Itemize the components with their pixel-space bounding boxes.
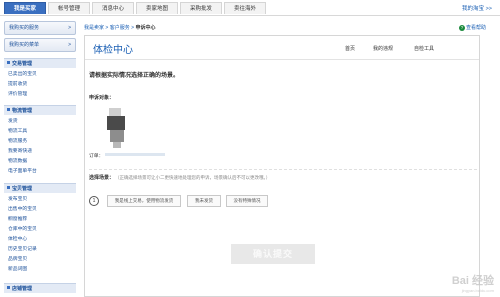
section-shop-management[interactable]: 店铺管理 (4, 283, 76, 293)
section-item-management[interactable]: 宝贝管理 (4, 183, 76, 193)
scene-option-no-special[interactable]: 没有特殊情况 (226, 195, 268, 207)
sidebar-item-history-records[interactable]: 历史宝贝记录 (8, 245, 37, 252)
left-sidebar: 我购买的服务 > 我购买的菜单 > 交易管理 已卖出的宝贝 提前收货 评价管理 … (0, 17, 78, 297)
sidebar-item-logistics-data[interactable]: 物流数据 (8, 157, 27, 164)
breadcrumb-customer-service[interactable]: 客户服务 (110, 25, 130, 31)
sidebar-item-sold-items[interactable]: 已卖出的宝贝 (8, 70, 37, 77)
page-title: 体检中心 (93, 45, 133, 56)
breadcrumb: 我是卖家 > 客户服务 > 申诉中心 (84, 24, 484, 34)
help-link[interactable]: ? 查看帮助 (458, 24, 486, 31)
breadcrumb-appeal-center: 申诉中心 (135, 25, 156, 31)
tab-my-violations[interactable]: 我的违规 (373, 45, 393, 52)
tab-message-center[interactable]: 消息中心 (92, 2, 134, 14)
sidebar-item-logistics-services[interactable]: 物流服务 (8, 137, 27, 144)
item-thumbnail[interactable] (107, 108, 127, 148)
chevron-right-icon: > (68, 25, 71, 31)
sidebar-item-send-express[interactable]: 我要寄快递 (8, 147, 32, 154)
chevron-right-icon: > (68, 42, 71, 48)
tab-i-am-buyer[interactable]: 我是买家 (4, 2, 46, 14)
sidebar-item-logistics-tools[interactable]: 物流工具 (8, 127, 27, 134)
square-bullet-icon (7, 286, 10, 289)
sidebar-item-review-management[interactable]: 评价管理 (8, 90, 27, 97)
purchased-services-button[interactable]: 我购买的服务 > (4, 21, 76, 35)
sidebar-item-brand-items[interactable]: 品牌宝贝 (8, 255, 27, 262)
sidebar-item-health-check[interactable]: 体检中心 (8, 235, 27, 242)
sidebar-item-publish-item[interactable]: 发布宝贝 (8, 195, 27, 202)
sidebar-item-early-receipt[interactable]: 提前收货 (8, 80, 27, 87)
step-number-badge: 1 (89, 196, 99, 206)
order-number-link[interactable] (105, 153, 165, 156)
sidebar-item-warehouse-items[interactable]: 仓库中的宝贝 (8, 225, 37, 232)
breadcrumb-separator: > (105, 25, 109, 31)
order-label: 订单： (89, 154, 104, 159)
appeal-target-label: 申诉对象： (89, 95, 115, 101)
tab-home[interactable]: 首页 (345, 45, 355, 52)
scene-note: （正确选择场景可让小二更快速地处理您的申诉，场景确认后不可以更改哦。） (115, 175, 271, 180)
sidebar-item-new-item-words[interactable]: 新品词图 (8, 265, 27, 272)
breadcrumb-seller[interactable]: 我是卖家 (84, 25, 104, 31)
tab-account-management[interactable]: 帐号管理 (48, 2, 90, 14)
watermark-logo: Bai 经验 jingyan.baidu.com (451, 275, 494, 293)
sidebar-button-label: 我购买的菜单 (9, 42, 40, 48)
my-taobao-link[interactable]: 我的淘宝 >> (462, 4, 492, 12)
tab-self-check-tools[interactable]: 自检工具 (414, 45, 434, 52)
section-trade-management[interactable]: 交易管理 (4, 58, 76, 68)
sidebar-item-ship[interactable]: 发货 (8, 117, 18, 124)
panel-header: 体检中心 首页 我的违规 自检工具 (85, 36, 479, 60)
tab-seller-map[interactable]: 卖家地图 (136, 2, 178, 14)
sidebar-item-e-waybill[interactable]: 电子面单平台 (8, 167, 37, 174)
square-bullet-icon (7, 108, 10, 111)
purchased-menu-button[interactable]: 我购买的菜单 > (4, 38, 76, 52)
tab-wholesale[interactable]: 采购批发 (180, 2, 222, 14)
question-circle-icon: ? (458, 25, 465, 31)
scene-option-online-shipped[interactable]: 我是线上交易，使用物流发货 (107, 195, 181, 207)
section-divider (89, 169, 477, 170)
square-bullet-icon (7, 186, 10, 189)
main-panel: 体检中心 首页 我的违规 自检工具 请根据实际情况选择正确的场景。 申诉对象： … (84, 35, 480, 297)
tab-sell-overseas[interactable]: 卖往海外 (224, 2, 266, 14)
submit-appeal-button[interactable]: 确认提交 (231, 244, 315, 264)
breadcrumb-separator: > (131, 25, 135, 31)
instruction-text: 请根据实际情况选择正确的场景。 (89, 73, 180, 79)
square-bullet-icon (7, 61, 10, 64)
top-nav-bar: 我是买家 帐号管理 消息中心 卖家地图 采购批发 卖往海外 我的淘宝 >> (0, 0, 500, 16)
sidebar-item-items-on-sale[interactable]: 出售中的宝贝 (8, 205, 37, 212)
section-logistics-management[interactable]: 物流管理 (4, 105, 76, 115)
sidebar-item-window-recommend[interactable]: 橱窗推荐 (8, 215, 27, 222)
scene-label: 选择场景： (89, 175, 115, 181)
sidebar-button-label: 我购买的服务 (9, 25, 40, 31)
scene-option-not-shipped[interactable]: 我未发货 (187, 195, 221, 207)
